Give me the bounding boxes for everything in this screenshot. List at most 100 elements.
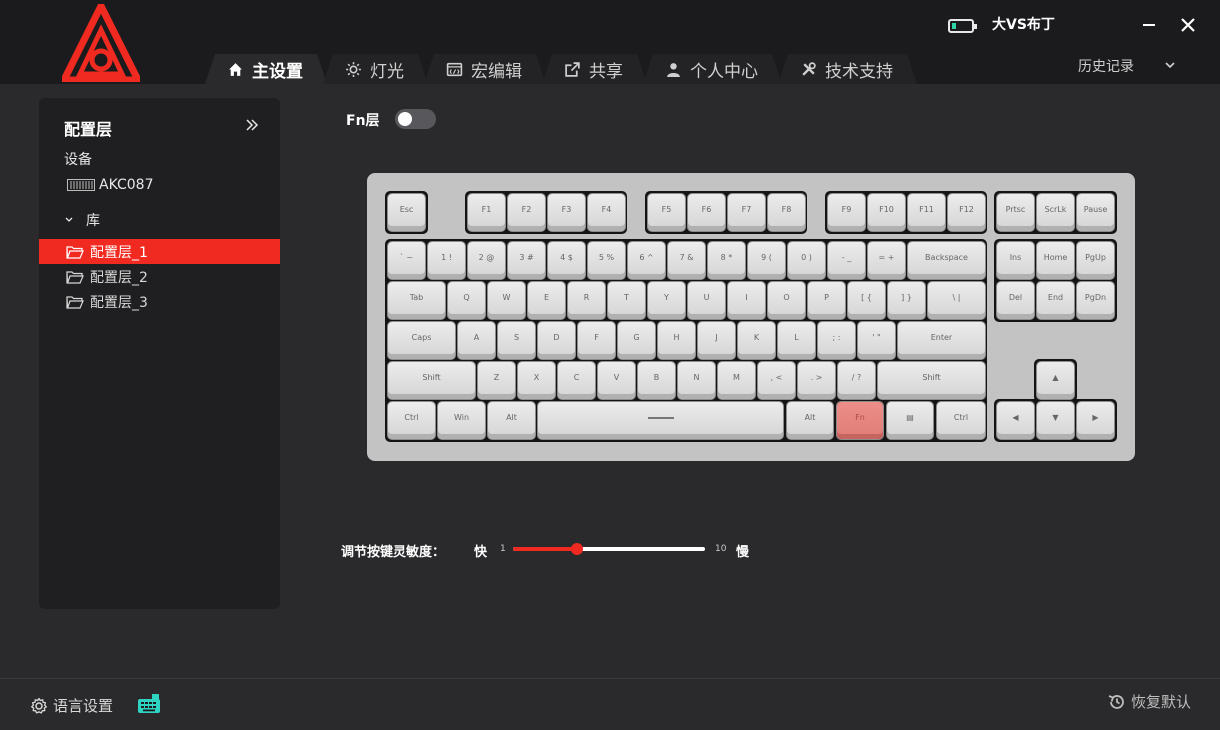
- layer-item-2[interactable]: 配置层_2: [39, 264, 280, 289]
- chevron-down-icon[interactable]: [1163, 58, 1177, 72]
- key-ins[interactable]: Ins: [997, 242, 1034, 279]
- key-s[interactable]: S: [498, 322, 535, 359]
- key-menu[interactable]: ▤: [887, 402, 933, 439]
- fn-layer-toggle[interactable]: [395, 109, 436, 129]
- key-semicolon[interactable]: ; :: [818, 322, 855, 359]
- sensitivity-slider[interactable]: [513, 543, 705, 555]
- key-5[interactable]: 5 %: [588, 242, 625, 279]
- key-z[interactable]: Z: [478, 362, 515, 399]
- key-p[interactable]: P: [808, 282, 845, 319]
- key-prtsc[interactable]: Prtsc: [997, 194, 1034, 231]
- key-x[interactable]: X: [518, 362, 555, 399]
- key-m[interactable]: M: [718, 362, 755, 399]
- key-esc[interactable]: Esc: [388, 194, 425, 231]
- key-arrow-left[interactable]: ◀: [997, 402, 1034, 439]
- key-n[interactable]: N: [678, 362, 715, 399]
- close-button[interactable]: [1173, 10, 1203, 40]
- tab-main-settings[interactable]: 主设置: [205, 54, 327, 84]
- key-i[interactable]: I: [728, 282, 765, 319]
- key-o[interactable]: O: [768, 282, 805, 319]
- key-f6[interactable]: F6: [688, 194, 725, 231]
- key-space[interactable]: [538, 402, 783, 439]
- key-del[interactable]: Del: [997, 282, 1034, 319]
- tab-personal-center[interactable]: 个人中心: [643, 54, 782, 84]
- key-minus[interactable]: - _: [828, 242, 865, 279]
- key-f3[interactable]: F3: [548, 194, 585, 231]
- key-f4[interactable]: F4: [588, 194, 625, 231]
- key-scrlk[interactable]: ScrLk: [1037, 194, 1074, 231]
- key-right-shift[interactable]: Shift: [878, 362, 985, 399]
- key-u[interactable]: U: [688, 282, 725, 319]
- key-a[interactable]: A: [458, 322, 495, 359]
- key-4[interactable]: 4 $: [548, 242, 585, 279]
- key-arrow-down[interactable]: ▼: [1037, 402, 1074, 439]
- key-f10[interactable]: F10: [868, 194, 905, 231]
- key-right-alt[interactable]: Alt: [787, 402, 833, 439]
- tab-tech-support[interactable]: 技术支持: [778, 54, 917, 84]
- key-j[interactable]: J: [698, 322, 735, 359]
- key-equal[interactable]: = +: [868, 242, 905, 279]
- layer-item-3[interactable]: 配置层_3: [39, 289, 280, 314]
- tab-share[interactable]: 共享: [542, 54, 647, 84]
- key-f5[interactable]: F5: [648, 194, 685, 231]
- key-2[interactable]: 2 @: [468, 242, 505, 279]
- key-r[interactable]: R: [568, 282, 605, 319]
- key-f1[interactable]: F1: [468, 194, 505, 231]
- key-c[interactable]: C: [558, 362, 595, 399]
- key-backslash[interactable]: \ |: [928, 282, 985, 319]
- key-period[interactable]: . >: [798, 362, 835, 399]
- key-b[interactable]: B: [638, 362, 675, 399]
- key-win[interactable]: Win: [438, 402, 485, 439]
- key-7[interactable]: 7 &: [668, 242, 705, 279]
- key-tab[interactable]: Tab: [388, 282, 445, 319]
- key-f12[interactable]: F12: [948, 194, 985, 231]
- key-9[interactable]: 9 (: [748, 242, 785, 279]
- slider-thumb[interactable]: [571, 543, 583, 555]
- key-f7[interactable]: F7: [728, 194, 765, 231]
- key-pgdn[interactable]: PgDn: [1077, 282, 1114, 319]
- key-right-ctrl[interactable]: Ctrl: [937, 402, 985, 439]
- key-f2[interactable]: F2: [508, 194, 545, 231]
- key-f[interactable]: F: [578, 322, 615, 359]
- key-rbracket[interactable]: ] }: [888, 282, 925, 319]
- key-slash[interactable]: / ?: [838, 362, 875, 399]
- key-h[interactable]: H: [658, 322, 695, 359]
- key-comma[interactable]: , <: [758, 362, 795, 399]
- key-backspace[interactable]: Backspace: [908, 242, 985, 279]
- key-3[interactable]: 3 #: [508, 242, 545, 279]
- key-8[interactable]: 8 *: [708, 242, 745, 279]
- key-w[interactable]: W: [488, 282, 525, 319]
- key-1[interactable]: 1 !: [428, 242, 465, 279]
- key-lbracket[interactable]: [ {: [848, 282, 885, 319]
- keyboard-teal-icon[interactable]: [137, 693, 161, 715]
- key-6[interactable]: 6 ^: [628, 242, 665, 279]
- key-end[interactable]: End: [1037, 282, 1074, 319]
- key-g[interactable]: G: [618, 322, 655, 359]
- key-left-shift[interactable]: Shift: [388, 362, 475, 399]
- key-e[interactable]: E: [528, 282, 565, 319]
- language-settings-button[interactable]: 语言设置: [30, 695, 113, 716]
- key-k[interactable]: K: [738, 322, 775, 359]
- key-0[interactable]: 0 ): [788, 242, 825, 279]
- tab-lighting[interactable]: 灯光: [323, 54, 428, 84]
- tab-macro-editor[interactable]: 宏编辑: [424, 54, 546, 84]
- key-q[interactable]: Q: [448, 282, 485, 319]
- collapse-double-chevron-icon[interactable]: [244, 117, 260, 133]
- key-quote[interactable]: ' ": [858, 322, 895, 359]
- key-l[interactable]: L: [778, 322, 815, 359]
- key-caps[interactable]: Caps: [388, 322, 455, 359]
- key-arrow-up[interactable]: ▲: [1037, 362, 1074, 399]
- key-f9[interactable]: F9: [828, 194, 865, 231]
- key-arrow-right[interactable]: ▶: [1077, 402, 1114, 439]
- key-f11[interactable]: F11: [908, 194, 945, 231]
- key-v[interactable]: V: [598, 362, 635, 399]
- key-left-alt[interactable]: Alt: [488, 402, 535, 439]
- restore-default-button[interactable]: 恢复默认: [1107, 691, 1191, 712]
- library-toggle[interactable]: 库: [64, 210, 100, 230]
- key-home[interactable]: Home: [1037, 242, 1074, 279]
- key-d[interactable]: D: [538, 322, 575, 359]
- key-fn[interactable]: Fn: [837, 402, 883, 439]
- key-enter[interactable]: Enter: [898, 322, 985, 359]
- layer-item-1[interactable]: 配置层_1: [39, 239, 280, 264]
- key-left-ctrl[interactable]: Ctrl: [388, 402, 435, 439]
